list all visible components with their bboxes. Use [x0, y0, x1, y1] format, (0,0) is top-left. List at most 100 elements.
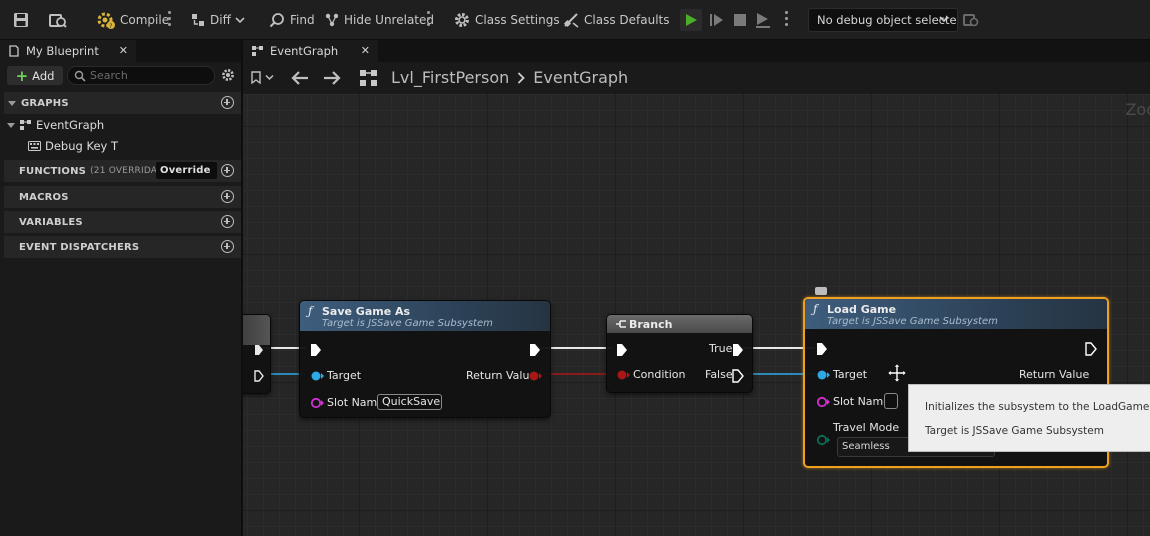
graphs-header-label: GRAPHS — [21, 97, 69, 109]
tree-item-eventgraph[interactable]: EventGraph — [7, 118, 104, 132]
debug-object-label: No debug object selected — [817, 13, 958, 27]
graphs-section-header[interactable]: GRAPHS — [4, 92, 241, 114]
save-icon — [14, 13, 28, 27]
exec-in-pin[interactable] — [616, 343, 628, 357]
breadcrumb-level[interactable]: Lvl_FirstPerson — [391, 68, 509, 87]
close-icon[interactable]: ✕ — [361, 44, 370, 57]
add-button[interactable]: + Add — [7, 66, 63, 85]
close-icon[interactable]: ✕ — [119, 44, 128, 57]
function-icon: ƒ — [813, 302, 818, 316]
slot-name-input[interactable] — [884, 393, 898, 409]
bookmark-dropdown[interactable] — [251, 71, 274, 84]
add-function-icon[interactable] — [221, 164, 234, 177]
add-macro-icon[interactable] — [221, 190, 234, 203]
tree-item-debug-key[interactable]: Debug Key T — [28, 139, 118, 153]
return-value-label: Return Value — [1019, 368, 1090, 381]
slot-name-label: Slot Name — [833, 395, 891, 408]
left-actions-bar: + Add Search — [0, 64, 241, 88]
exec-out-pin-2[interactable] — [254, 370, 264, 382]
settings-gear-icon[interactable] — [221, 68, 235, 82]
play-options-menu[interactable] — [785, 11, 789, 29]
stop-button[interactable] — [729, 9, 751, 31]
comment-bubble-icon[interactable] — [815, 287, 827, 295]
add-variable-icon[interactable] — [221, 215, 234, 228]
chevron-down-icon — [939, 16, 949, 23]
macros-section-header[interactable]: MACROS — [4, 186, 241, 208]
plus-icon: + — [15, 66, 29, 85]
browse-debug-button[interactable] — [962, 8, 980, 32]
variables-header-label: VARIABLES — [19, 216, 83, 228]
sliders-icon — [563, 13, 579, 28]
eject-button[interactable] — [752, 9, 774, 31]
graph-icon — [360, 70, 377, 86]
tab-my-blueprint-label: My Blueprint — [26, 44, 99, 58]
tab-my-blueprint[interactable]: My Blueprint ✕ — [0, 40, 136, 62]
move-cursor-icon — [887, 363, 907, 383]
graph-canvas[interactable]: Zoo ƒ Save Game As Target is JSSave Game… — [243, 94, 1150, 536]
compile-options-menu[interactable] — [168, 11, 172, 29]
step-icon — [710, 14, 723, 26]
partial-node[interactable] — [243, 314, 271, 394]
exec-out-pin[interactable] — [254, 344, 264, 356]
event-dispatchers-section-header[interactable]: EVENT DISPATCHERS — [4, 236, 241, 258]
forward-arrow-icon[interactable] — [323, 71, 341, 85]
add-graph-icon[interactable] — [221, 96, 234, 109]
find-button[interactable]: Find — [268, 8, 315, 32]
add-label: Add — [32, 68, 55, 83]
variables-section-header[interactable]: VARIABLES — [4, 211, 241, 233]
search-input[interactable]: Search — [67, 66, 215, 85]
play-icon — [686, 14, 697, 26]
false-exec-pin[interactable] — [732, 369, 744, 383]
exec-in-pin[interactable] — [310, 343, 322, 357]
slot-name-input[interactable]: QuickSave — [377, 394, 442, 410]
chevron-down-icon — [265, 74, 274, 81]
diff-button[interactable]: Diff — [190, 8, 245, 32]
step-button[interactable] — [706, 9, 728, 31]
compile-label: Compile — [120, 13, 170, 27]
node-tooltip: Initializes the subsystem to the LoadGam… — [908, 384, 1150, 452]
tooltip-line-1: Initializes the subsystem to the LoadGam… — [925, 401, 1150, 413]
hide-unrelated-options-menu[interactable] — [427, 11, 431, 29]
slot-name-pin[interactable] — [310, 397, 324, 409]
save-game-as-node[interactable]: ƒ Save Game As Target is JSSave Game Sub… — [299, 300, 551, 418]
class-settings-button[interactable]: Class Settings — [453, 8, 560, 32]
play-button[interactable] — [680, 9, 702, 31]
graph-icon — [252, 46, 263, 56]
travel-mode-label: Travel Mode — [833, 421, 900, 434]
functions-section-header[interactable]: FUNCTIONS (21 OVERRIDABLE) Override — [4, 160, 241, 182]
compile-button[interactable]: ? Compile — [96, 8, 169, 32]
slot-name-label: Slot Name — [327, 396, 385, 409]
breadcrumb: Lvl_FirstPerson EventGraph — [391, 68, 628, 87]
bookmark-icon — [251, 71, 261, 84]
graph-tab-bar: EventGraph ✕ — [243, 40, 1150, 62]
back-arrow-icon[interactable] — [291, 71, 309, 85]
breadcrumb-graph: EventGraph — [533, 68, 629, 87]
condition-pin[interactable] — [616, 369, 630, 381]
exec-in-pin[interactable] — [816, 342, 828, 356]
debug-object-select[interactable]: No debug object selected — [808, 8, 958, 32]
slot-name-pin[interactable] — [816, 396, 830, 408]
browse-button[interactable] — [48, 8, 68, 32]
travel-mode-pin[interactable] — [816, 434, 830, 446]
browse-icon — [49, 14, 67, 28]
branch-node[interactable]: Branch True Condition False — [606, 314, 753, 393]
add-event-dispatcher-icon[interactable] — [221, 240, 234, 253]
hide-unrelated-button[interactable]: Hide Unrelated — [324, 8, 434, 32]
target-pin[interactable] — [816, 369, 830, 381]
condition-label: Condition — [633, 368, 686, 381]
eject-icon — [756, 13, 770, 28]
function-icon: ƒ — [308, 304, 313, 318]
partial-node-header — [243, 315, 270, 345]
tooltip-line-2: Target is JSSave Game Subsystem — [925, 425, 1104, 437]
exec-out-pin[interactable] — [529, 343, 541, 357]
save-button[interactable] — [12, 8, 30, 32]
exec-out-pin[interactable] — [1085, 342, 1097, 356]
tab-eventgraph[interactable]: EventGraph ✕ — [243, 40, 378, 62]
return-value-pin[interactable] — [528, 370, 542, 382]
true-exec-pin[interactable] — [732, 343, 744, 357]
target-pin[interactable] — [310, 370, 324, 382]
class-defaults-button[interactable]: Class Defaults — [562, 8, 669, 32]
override-dropdown[interactable]: Override — [156, 162, 217, 179]
search-placeholder: Search — [90, 69, 128, 82]
find-label: Find — [290, 13, 315, 27]
